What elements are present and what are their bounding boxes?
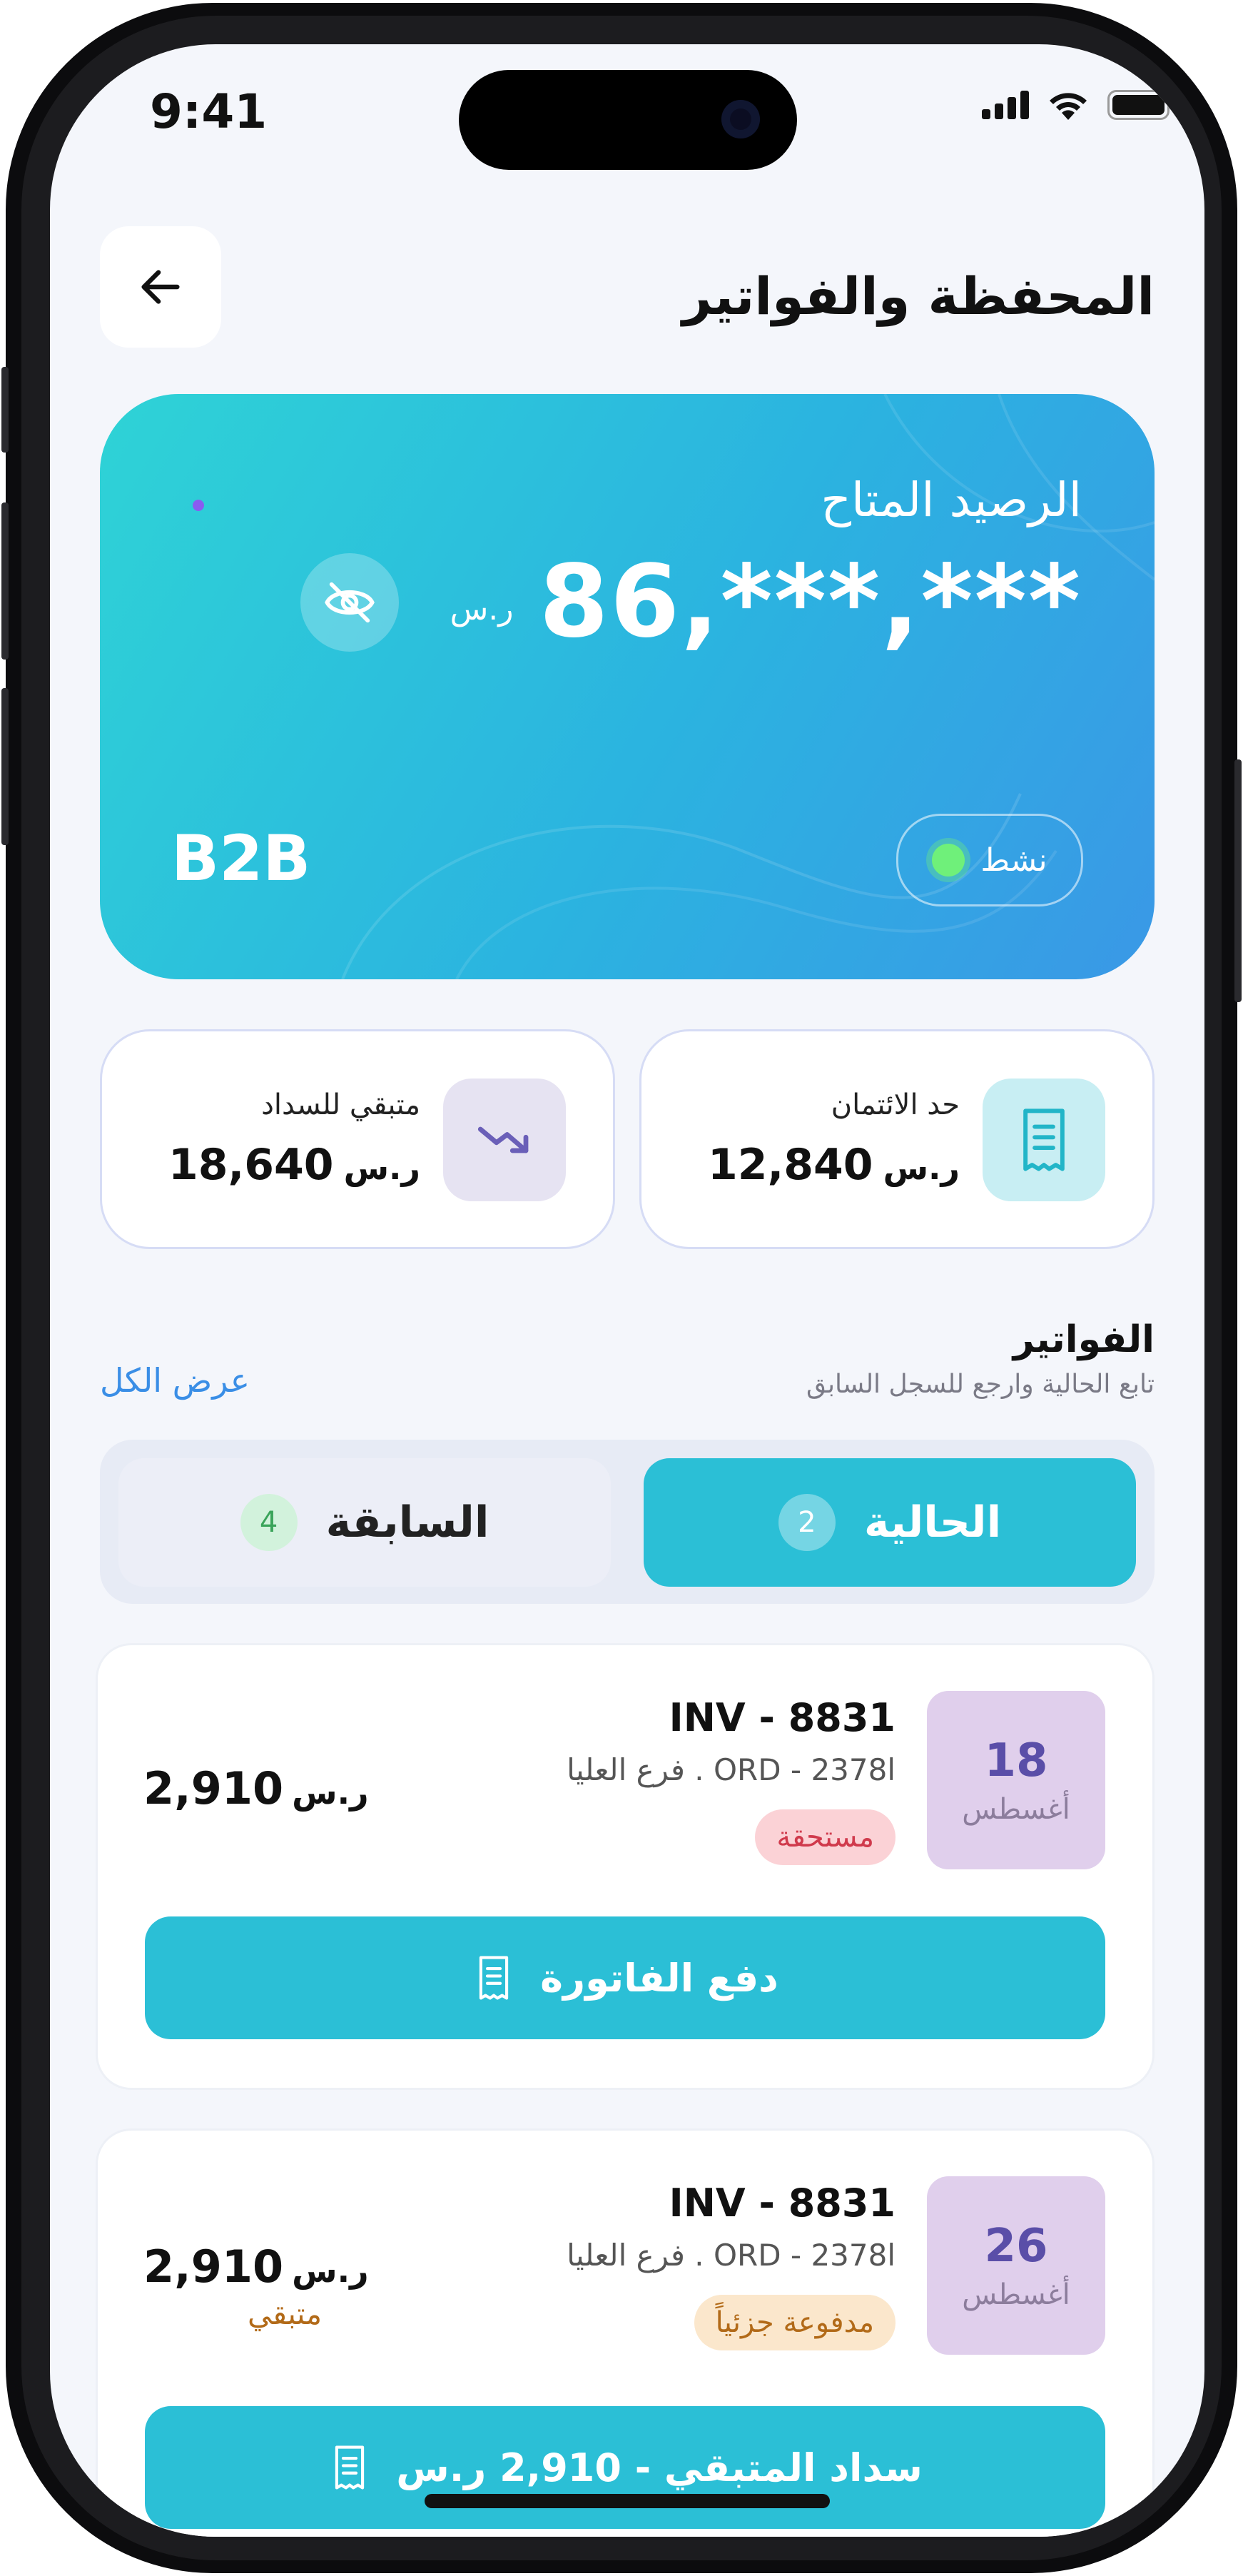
invoice-status-badge: مستحقة bbox=[755, 1809, 896, 1865]
status-badge: نشط bbox=[896, 814, 1083, 906]
pay-button-label: سداد المتبقي - 2,910 ر.س bbox=[396, 2445, 923, 2490]
tab-label: الحالية bbox=[863, 1497, 1002, 1547]
invoice-month: أغسطس bbox=[962, 1793, 1070, 1826]
pay-remaining-button[interactable]: سداد المتبقي - 2,910 ر.س bbox=[145, 2406, 1105, 2529]
invoice-number: INV - 8831 bbox=[669, 2181, 896, 2226]
pay-button-label: دفع الفاتورة bbox=[540, 1955, 778, 2001]
camera-icon bbox=[721, 100, 760, 138]
header: المحفظة والفواتير bbox=[100, 226, 1155, 355]
tab-previous[interactable]: السابقة 4 bbox=[118, 1458, 611, 1587]
balance-amount: 86,***,*** bbox=[539, 544, 1082, 660]
section-title: الفواتير bbox=[1013, 1318, 1155, 1361]
home-indicator[interactable] bbox=[425, 2494, 830, 2508]
balance-label: الرصيد المتاح bbox=[821, 473, 1082, 527]
status-text: نشط bbox=[980, 842, 1047, 879]
pay-invoice-button[interactable]: دفع الفاتورة bbox=[145, 1916, 1105, 2039]
back-button[interactable] bbox=[100, 226, 221, 348]
stat-label: متبقي للسداد bbox=[261, 1089, 420, 1121]
invoice-amount: 2,910 ر.س bbox=[143, 2241, 369, 2293]
tab-current[interactable]: الحالية 2 bbox=[644, 1458, 1136, 1587]
tab-label: السابقة bbox=[325, 1497, 489, 1547]
toggle-visibility-button[interactable] bbox=[300, 552, 399, 652]
stat-label: حد الائتمان bbox=[831, 1089, 960, 1121]
invoice-amount-value: 2,910 bbox=[143, 2241, 284, 2293]
stat-currency: ر.س bbox=[343, 1148, 420, 1187]
status-time: 9:41 bbox=[150, 84, 268, 139]
mute-switch bbox=[1, 367, 9, 453]
card-indicator-dot bbox=[193, 500, 204, 511]
invoice-remaining-label: متبقي bbox=[248, 2296, 323, 2331]
invoice-meta: ORD - 2378l . فرع العليا bbox=[567, 1752, 896, 1787]
invoices-header: الفواتير تابع الحالية وارجع للسجل السابق… bbox=[100, 1318, 1155, 1418]
invoice-date: 26 أغسطس bbox=[927, 2176, 1105, 2355]
invoice-currency: ر.س bbox=[292, 1773, 369, 1812]
phone-frame: 9:41 المحفظة والفواتير الرصيد المتاح 86,… bbox=[1, 3, 1242, 2573]
invoice-date: 18 أغسطس bbox=[927, 1691, 1105, 1869]
invoice-card: 26 أغسطس INV - 8831 ORD - 2378l . فرع ال… bbox=[96, 2128, 1155, 2537]
brand-logo: B2B bbox=[171, 822, 311, 895]
invoice-amount: 2,910 ر.س bbox=[143, 1762, 369, 1814]
invoice-day: 18 bbox=[984, 1734, 1048, 1787]
invoice-day: 26 bbox=[984, 2220, 1048, 2273]
trend-down-icon bbox=[443, 1079, 566, 1201]
volume-down-button bbox=[1, 688, 9, 845]
receipt-icon bbox=[479, 1956, 509, 2000]
stat-amount: 18,640 bbox=[168, 1140, 334, 1190]
balance-row: 86,***,*** ر.س bbox=[300, 544, 1082, 660]
section-subtitle: تابع الحالية وارجع للسجل السابق bbox=[806, 1370, 1155, 1399]
stat-currency: ر.س bbox=[883, 1148, 960, 1187]
power-button bbox=[1234, 759, 1242, 1002]
page-title: المحفظة والفواتير bbox=[682, 266, 1155, 326]
stat-value: 12,840 ر.س bbox=[708, 1140, 960, 1190]
balance-card: الرصيد المتاح 86,***,*** ر.س B2B نشط bbox=[100, 394, 1155, 979]
invoice-currency: ر.س bbox=[292, 2251, 369, 2290]
tab-count-badge: 2 bbox=[778, 1494, 836, 1551]
eye-off-icon bbox=[324, 582, 375, 622]
view-all-link[interactable]: عرض الكل bbox=[100, 1361, 250, 1400]
stat-value: 18,640 ر.س bbox=[168, 1140, 420, 1190]
volume-up-button bbox=[1, 502, 9, 660]
invoice-status-badge: مدفوعة جزئياً bbox=[694, 2295, 896, 2350]
invoice-amount-value: 2,910 bbox=[143, 1762, 284, 1814]
status-bar: 9:41 bbox=[50, 44, 1204, 170]
arrow-left-icon bbox=[141, 270, 180, 304]
invoice-tabs: الحالية 2 السابقة 4 bbox=[100, 1440, 1155, 1604]
signal-icon bbox=[982, 91, 1029, 119]
status-icons bbox=[982, 90, 1176, 120]
status-dot-icon bbox=[932, 844, 965, 877]
tab-count-badge: 4 bbox=[240, 1494, 298, 1551]
app-screen: 9:41 المحفظة والفواتير الرصيد المتاح 86,… bbox=[50, 44, 1204, 2537]
invoice-card: 18 أغسطس INV - 8831 ORD - 2378l . فرع ال… bbox=[96, 1643, 1155, 2090]
balance-currency: ر.س bbox=[450, 591, 514, 627]
receipt-icon bbox=[335, 2445, 365, 2490]
dynamic-island bbox=[459, 70, 797, 170]
invoice-meta: ORD - 2378l . فرع العليا bbox=[567, 2238, 896, 2273]
credit-limit-card: حد الائتمان 12,840 ر.س bbox=[639, 1029, 1155, 1249]
invoice-month: أغسطس bbox=[962, 2278, 1070, 2311]
stat-amount: 12,840 bbox=[708, 1140, 873, 1190]
invoice-number: INV - 8831 bbox=[669, 1695, 896, 1740]
battery-icon bbox=[1107, 90, 1175, 120]
receipt-icon bbox=[983, 1079, 1105, 1201]
remaining-payment-card: متبقي للسداد 18,640 ر.س bbox=[100, 1029, 615, 1249]
wifi-icon bbox=[1050, 93, 1087, 120]
